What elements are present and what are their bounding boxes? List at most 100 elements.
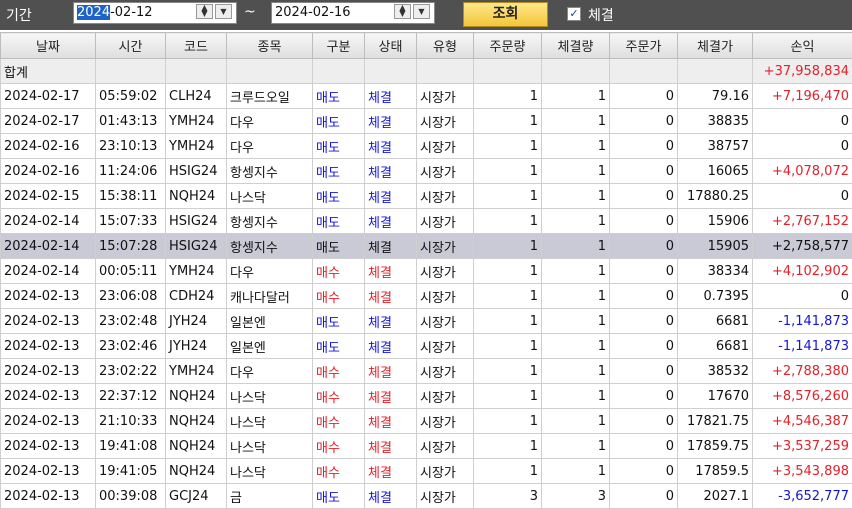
table-row[interactable]: 2024-02-1515:38:11NQH24나스닥매도체결시장가1101788… — [1, 184, 852, 209]
column-header[interactable]: 주문가 — [610, 33, 678, 59]
total-pnl: +37,958,834 — [753, 59, 852, 84]
range-tilde: ~ — [244, 4, 256, 20]
cell-code: YMH24 — [166, 259, 227, 284]
column-header[interactable]: 손익 — [753, 33, 852, 59]
table-row[interactable]: 2024-02-1323:02:46JYH24일본엔매도체결시장가1106681… — [1, 334, 852, 359]
cell-date: 2024-02-17 — [1, 109, 96, 134]
column-header[interactable]: 체결가 — [678, 33, 753, 59]
cell-order-price: 0 — [610, 259, 678, 284]
cell-code: NQH24 — [166, 384, 227, 409]
cell-time: 15:38:11 — [96, 184, 166, 209]
table-row[interactable]: 2024-02-1322:37:12NQH24나스닥매수체결시장가1101767… — [1, 384, 852, 409]
cell-pnl: +2,767,152 — [753, 209, 852, 234]
column-header[interactable]: 종목 — [227, 33, 313, 59]
cell-type: 시장가 — [417, 409, 474, 434]
start-date-dropdown-icon[interactable]: ▼ — [215, 4, 232, 19]
column-header[interactable]: 구분 — [313, 33, 365, 59]
cell-type: 시장가 — [417, 109, 474, 134]
table-row[interactable]: 2024-02-1319:41:08NQH24나스닥매수체결시장가1101785… — [1, 434, 852, 459]
column-header[interactable]: 체결량 — [542, 33, 610, 59]
cell-fill-qty: 1 — [542, 334, 610, 359]
table-row[interactable]: 2024-02-1323:06:08CDH24캐나다달러매수체결시장가1100.… — [1, 284, 852, 309]
table-row[interactable]: 2024-02-1300:39:08GCJ24금매도체결시장가3302027.1… — [1, 484, 852, 509]
start-date-rest: -02-12 — [110, 5, 152, 20]
column-header[interactable]: 유형 — [417, 33, 474, 59]
cell-status: 체결 — [365, 84, 417, 109]
cell-type: 시장가 — [417, 309, 474, 334]
column-header[interactable]: 주문량 — [474, 33, 542, 59]
cell-time: 23:02:46 — [96, 334, 166, 359]
cell-date: 2024-02-14 — [1, 234, 96, 259]
cell-order-qty: 1 — [474, 209, 542, 234]
cell-order-price: 0 — [610, 134, 678, 159]
end-date-spin-icon[interactable]: ▲▼ — [394, 4, 411, 19]
cell-fill-qty: 1 — [542, 134, 610, 159]
cell-status: 체결 — [365, 484, 417, 509]
cell-pnl: +8,576,260 — [753, 384, 852, 409]
total-row[interactable]: 합계 +37,958,834 — [1, 59, 852, 84]
column-header[interactable]: 날짜 — [1, 33, 96, 59]
cell-fill-price: 38757 — [678, 134, 753, 159]
cell-code: NQH24 — [166, 409, 227, 434]
cell-side: 매수 — [313, 284, 365, 309]
cell-code: YMH24 — [166, 359, 227, 384]
cell-type: 시장가 — [417, 359, 474, 384]
cell-status: 체결 — [365, 209, 417, 234]
cell-time: 00:39:08 — [96, 484, 166, 509]
cell-fill-qty: 1 — [542, 84, 610, 109]
table-row[interactable]: 2024-02-1611:24:06HSIG24항셍지수매도체결시장가11016… — [1, 159, 852, 184]
cell-fill-price: 6681 — [678, 334, 753, 359]
cell-date: 2024-02-16 — [1, 159, 96, 184]
cell-type: 시장가 — [417, 184, 474, 209]
table-row[interactable]: 2024-02-1321:10:33NQH24나스닥매수체결시장가1101782… — [1, 409, 852, 434]
cell-order-price: 0 — [610, 159, 678, 184]
query-button[interactable]: 조회 — [463, 2, 548, 27]
start-date-spin-icon[interactable]: ▲▼ — [196, 4, 213, 19]
table-row[interactable]: 2024-02-1701:43:13YMH24다우매도체결시장가11038835… — [1, 109, 852, 134]
table-row[interactable]: 2024-02-1415:07:33HSIG24항셍지수매도체결시장가11015… — [1, 209, 852, 234]
cell-code: HSIG24 — [166, 209, 227, 234]
table-row[interactable]: 2024-02-1323:02:48JYH24일본엔매도체결시장가1106681… — [1, 309, 852, 334]
column-header[interactable]: 상태 — [365, 33, 417, 59]
cell-fill-price: 0.7395 — [678, 284, 753, 309]
filled-checkbox[interactable]: ✓ — [567, 7, 581, 21]
cell-date: 2024-02-13 — [1, 309, 96, 334]
cell-code: HSIG24 — [166, 234, 227, 259]
cell-code: CDH24 — [166, 284, 227, 309]
cell-name: 나스닥 — [227, 459, 313, 484]
table-row[interactable]: 2024-02-1400:05:11YMH24다우매수체결시장가11038334… — [1, 259, 852, 284]
cell-order-price: 0 — [610, 359, 678, 384]
table-row[interactable]: 2024-02-1415:07:28HSIG24항셍지수매도체결시장가11015… — [1, 234, 852, 259]
cell-pnl: +7,196,470 — [753, 84, 852, 109]
cell-fill-qty: 3 — [542, 484, 610, 509]
cell-code: YMH24 — [166, 134, 227, 159]
cell-order-price: 0 — [610, 409, 678, 434]
table-row[interactable]: 2024-02-1705:59:02CLH24크루드오일매도체결시장가11079… — [1, 84, 852, 109]
cell-name: 항셍지수 — [227, 234, 313, 259]
cell-status: 체결 — [365, 159, 417, 184]
column-header[interactable]: 시간 — [96, 33, 166, 59]
cell-time: 21:10:33 — [96, 409, 166, 434]
cell-side: 매수 — [313, 259, 365, 284]
cell-name: 나스닥 — [227, 409, 313, 434]
end-date-dropdown-icon[interactable]: ▼ — [413, 4, 430, 19]
cell-side: 매도 — [313, 159, 365, 184]
cell-fill-qty: 1 — [542, 209, 610, 234]
table-row[interactable]: 2024-02-1319:41:05NQH24나스닥매수체결시장가1101785… — [1, 459, 852, 484]
cell-type: 시장가 — [417, 209, 474, 234]
cell-date: 2024-02-13 — [1, 359, 96, 384]
table-row[interactable]: 2024-02-1623:10:13YMH24다우매도체결시장가11038757… — [1, 134, 852, 159]
total-label: 합계 — [1, 59, 96, 84]
start-date-year-selected: 2024 — [77, 5, 110, 20]
cell-date: 2024-02-13 — [1, 384, 96, 409]
cell-type: 시장가 — [417, 284, 474, 309]
cell-time: 19:41:08 — [96, 434, 166, 459]
cell-fill-price: 17821.75 — [678, 409, 753, 434]
cell-order-qty: 1 — [474, 459, 542, 484]
cell-type: 시장가 — [417, 459, 474, 484]
table-row[interactable]: 2024-02-1323:02:22YMH24다우매수체결시장가11038532… — [1, 359, 852, 384]
cell-name: 일본엔 — [227, 334, 313, 359]
cell-date: 2024-02-13 — [1, 284, 96, 309]
column-header[interactable]: 코드 — [166, 33, 227, 59]
cell-date: 2024-02-15 — [1, 184, 96, 209]
